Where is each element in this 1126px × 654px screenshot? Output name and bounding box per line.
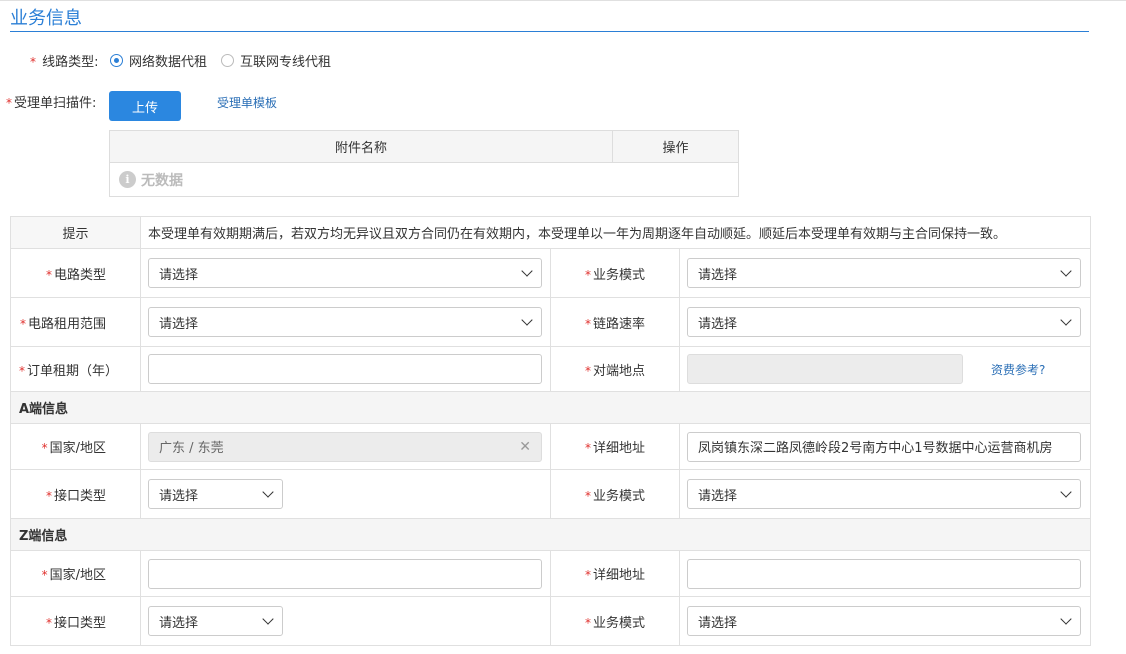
- a-end-header: A端信息: [10, 391, 1091, 424]
- z-address-input[interactable]: [687, 558, 1081, 589]
- link-rate-label: * 链路速率: [550, 297, 680, 347]
- col-operation: 操作: [662, 141, 689, 156]
- biz-mode-select[interactable]: 请选择: [687, 258, 1081, 288]
- radio-unchecked-icon[interactable]: [221, 54, 235, 67]
- circuit-scope-label: * 电路租用范围: [10, 297, 141, 347]
- z-country-label: * 国家/地区: [10, 550, 141, 597]
- z-mode-label: * 业务模式: [550, 596, 680, 646]
- a-address-input[interactable]: 凤岗镇东深二路凤德岭段2号南方中心1号数据中心运营商机房: [687, 431, 1081, 462]
- template-link[interactable]: 受理单模板: [217, 94, 277, 111]
- section-title: 业务信息: [10, 8, 82, 29]
- circuit-type-select[interactable]: 请选择: [148, 258, 542, 288]
- line-type-label: * 线路类型:: [30, 55, 99, 70]
- top-border: [0, 0, 1126, 1]
- a-country-label: * 国家/地区: [10, 423, 141, 470]
- peer-location-input: [687, 354, 963, 384]
- order-term-label: * 订单租期（年）: [10, 346, 141, 392]
- info-icon: i: [119, 171, 136, 188]
- tip-text: 本受理单有效期期满后，若双方均无异议且双方合同仍在有效期内，本受理单以一年为周期…: [140, 216, 1091, 249]
- circuit-scope-select[interactable]: 请选择: [148, 307, 542, 337]
- scan-label: * 受理单扫描件:: [6, 96, 97, 111]
- a-country-cascader[interactable]: 广东 / 东莞 ✕: [148, 431, 542, 462]
- business-form-table: 提示 本受理单有效期期满后，若双方均无异议且双方合同仍在有效期内，本受理单以一年…: [10, 216, 1091, 646]
- chevron-down-icon: [262, 613, 274, 625]
- empty-state: i 无数据: [110, 163, 738, 196]
- clear-icon[interactable]: ✕: [519, 439, 531, 455]
- a-iface-select[interactable]: 请选择: [148, 479, 283, 509]
- z-iface-select[interactable]: 请选择: [148, 606, 283, 636]
- chevron-down-icon: [262, 486, 274, 498]
- line-type-radio-group: 网络数据代租 互联网专线代租: [110, 51, 345, 70]
- radio-internet-line-lease[interactable]: 互联网专线代租: [221, 51, 331, 70]
- chevron-down-icon: [1060, 314, 1072, 326]
- biz-mode-label: * 业务模式: [550, 248, 680, 298]
- tip-label: 提示: [10, 216, 141, 249]
- upload-button[interactable]: 上传: [109, 91, 181, 121]
- z-iface-label: * 接口类型: [10, 596, 141, 646]
- chevron-down-icon: [521, 314, 533, 326]
- link-rate-select[interactable]: 请选择: [687, 307, 1081, 337]
- radio-network-data-lease[interactable]: 网络数据代租: [110, 51, 207, 70]
- z-address-label: * 详细地址: [550, 550, 680, 597]
- order-term-input[interactable]: [148, 354, 542, 384]
- col-attachment-name: 附件名称: [110, 131, 613, 162]
- radio-checked-icon[interactable]: [110, 54, 123, 67]
- a-address-label: * 详细地址: [550, 423, 680, 470]
- chevron-down-icon: [1060, 613, 1072, 625]
- attachment-table-header: 附件名称 操作: [110, 131, 738, 163]
- required-mark: *: [30, 55, 36, 69]
- chevron-down-icon: [1060, 265, 1072, 277]
- a-iface-label: * 接口类型: [10, 469, 141, 519]
- title-underline: [10, 31, 1089, 32]
- attachment-table: 附件名称 操作 i 无数据: [109, 130, 739, 197]
- z-country-input[interactable]: [148, 558, 542, 589]
- fee-reference-link[interactable]: 资费参考?: [991, 361, 1045, 378]
- z-mode-select[interactable]: 请选择: [687, 606, 1081, 636]
- a-mode-select[interactable]: 请选择: [687, 479, 1081, 509]
- circuit-type-label: * 电路类型: [10, 248, 141, 298]
- peer-location-label: * 对端地点: [550, 346, 680, 392]
- z-end-header: Z端信息: [10, 518, 1091, 551]
- chevron-down-icon: [521, 265, 533, 277]
- chevron-down-icon: [1060, 486, 1072, 498]
- a-mode-label: * 业务模式: [550, 469, 680, 519]
